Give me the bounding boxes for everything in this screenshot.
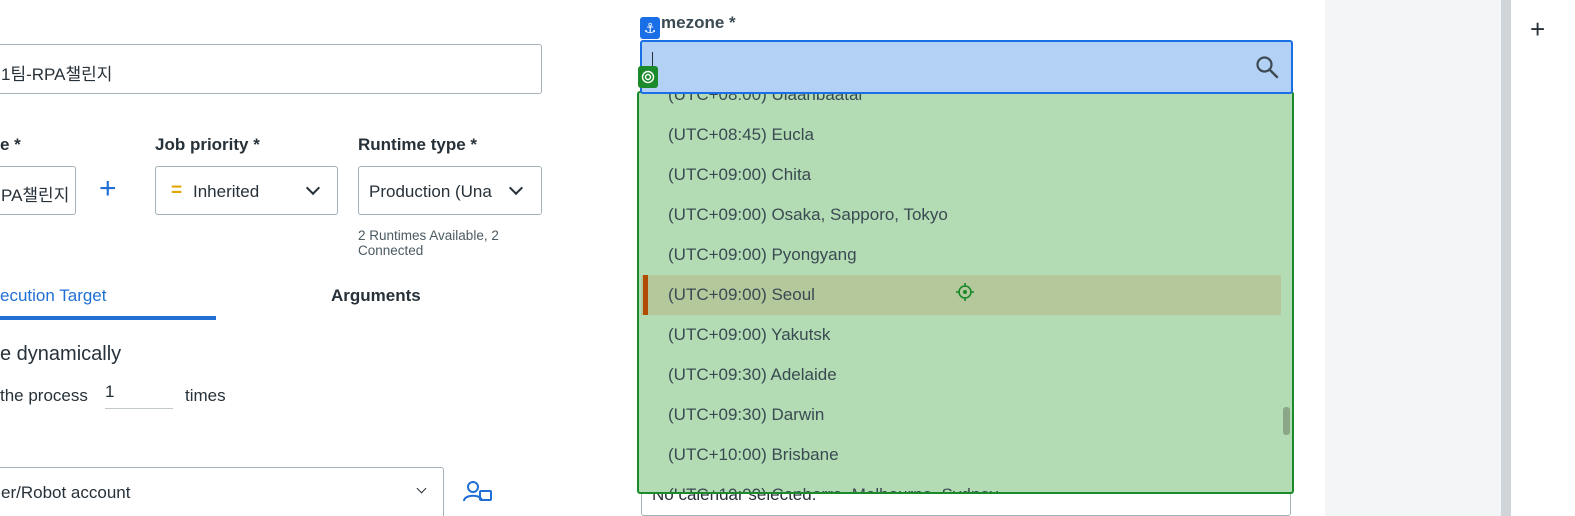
chevron-down-icon <box>305 180 321 196</box>
timezone-option[interactable]: (UTC+10:00) Canberra, Melbourne, Sydney <box>641 475 1281 492</box>
timezone-option[interactable]: (UTC+10:00) Brisbane <box>641 435 1281 475</box>
search-icon[interactable] <box>1255 55 1279 84</box>
runtime-type-select[interactable]: Production (Una <box>358 166 542 215</box>
target-icon <box>638 66 658 88</box>
crosshair-icon <box>956 283 974 306</box>
timezone-option[interactable]: (UTC+08:45) Eucla <box>641 115 1281 155</box>
job-priority-select[interactable]: = Inherited <box>155 166 338 215</box>
timezone-option[interactable]: (UTC+09:00) Chita <box>641 155 1281 195</box>
anchor-icon: ⚓ <box>640 17 660 39</box>
process-name-value: 1팀-RPA챌린지 <box>1 65 113 84</box>
user-group-icon[interactable] <box>463 480 493 507</box>
timezone-option[interactable]: (UTC+09:00) Pyongyang <box>641 235 1281 275</box>
timezone-label: mezone * <box>661 13 736 32</box>
equals-icon: = <box>171 180 183 201</box>
timezone-search-input[interactable] <box>640 40 1293 94</box>
timezone-option[interactable]: (UTC+09:00) Osaka, Sapporo, Tokyo <box>641 195 1281 235</box>
account-select-value: er/Robot account <box>1 483 131 502</box>
add-icon[interactable]: + <box>1530 14 1545 45</box>
tab-arguments[interactable]: Arguments <box>331 286 421 306</box>
runtime-type-value: Production (Una <box>369 182 492 201</box>
account-select[interactable]: er/Robot account <box>0 467 444 516</box>
tab-execution-target[interactable]: ecution Target <box>0 286 106 306</box>
environment-label: e * <box>0 135 21 154</box>
scrollbar[interactable] <box>1283 407 1290 435</box>
add-environment-button[interactable]: + <box>99 172 117 206</box>
execute-prefix: the process <box>0 386 88 405</box>
timezone-option[interactable]: (UTC+09:30) Adelaide <box>641 355 1281 395</box>
right-toolbar <box>1511 0 1575 516</box>
job-priority-value: Inherited <box>193 182 260 201</box>
job-priority-label: Job priority * <box>155 135 260 154</box>
execute-suffix: times <box>185 386 226 405</box>
chevron-down-icon <box>416 483 427 494</box>
timezone-option[interactable]: (UTC+09:30) Darwin <box>641 395 1281 435</box>
environment-input[interactable]: PA챌린지 <box>0 166 76 215</box>
runtime-type-label: Runtime type * <box>358 135 478 154</box>
runtime-availability-text: 2 Runtimes Available, 2 Connected <box>358 228 499 258</box>
side-panel <box>1325 0 1501 516</box>
timezone-option[interactable]: (UTC+09:00) Yakutsk <box>641 315 1281 355</box>
active-tab-indicator <box>0 316 216 320</box>
timezone-option[interactable]: (UTC+08:00) Ulaanbaatar <box>641 93 1281 115</box>
dynamic-allocation-label: e dynamically <box>0 343 122 365</box>
process-name-input[interactable]: 1팀-RPA챌린지 <box>0 44 542 94</box>
execution-count-input[interactable]: 1 <box>105 382 173 409</box>
panel-divider[interactable] <box>1501 0 1511 516</box>
environment-value: PA챌린지 <box>1 186 70 205</box>
